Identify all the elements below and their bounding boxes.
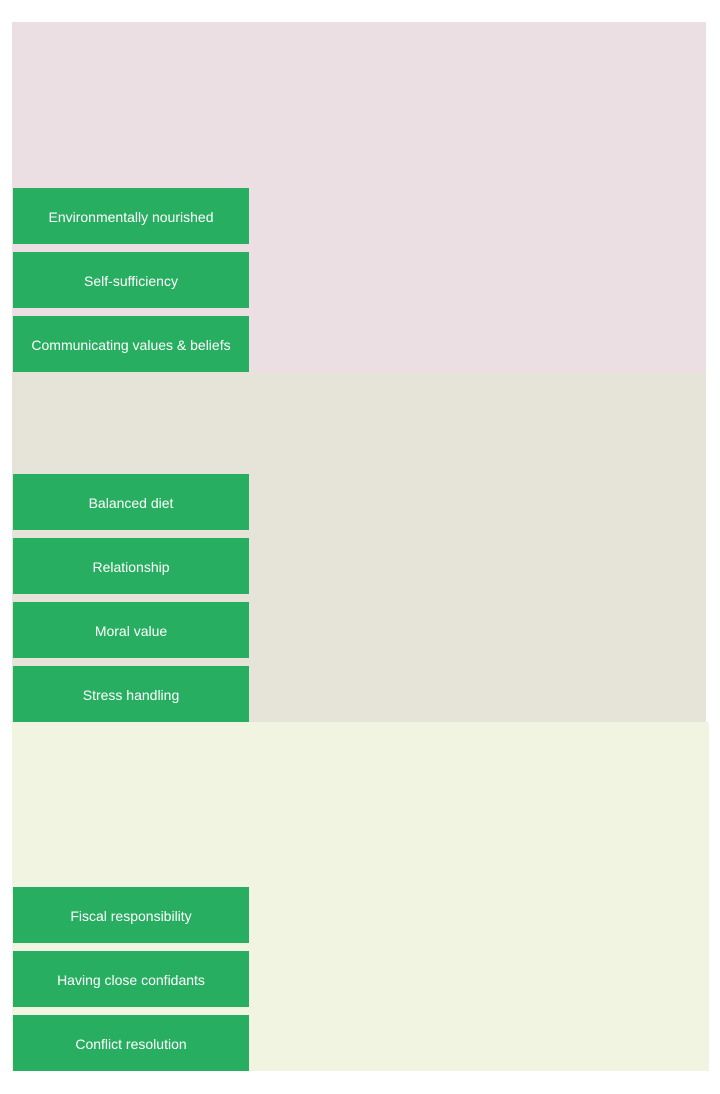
card-fiscal-responsibility: Fiscal responsibility bbox=[13, 887, 249, 943]
card-environmentally-nourished: Environmentally nourished bbox=[13, 188, 249, 244]
card-moral-value: Moral value bbox=[13, 602, 249, 658]
card-communicating-values-beliefs: Communicating values & beliefs bbox=[13, 316, 249, 372]
diagram-canvas: Environmentally nourished Self-sufficien… bbox=[0, 0, 720, 1094]
card-having-close-confidants: Having close confidants bbox=[13, 951, 249, 1007]
card-relationship: Relationship bbox=[13, 538, 249, 594]
card-conflict-resolution: Conflict resolution bbox=[13, 1015, 249, 1071]
zone-2-card-stack: Balanced diet Relationship Moral value S… bbox=[13, 474, 249, 722]
zone-1-card-stack: Environmentally nourished Self-sufficien… bbox=[13, 188, 249, 372]
zone-3-card-stack: Fiscal responsibility Having close confi… bbox=[13, 887, 249, 1071]
zone-2: Balanced diet Relationship Moral value S… bbox=[12, 372, 706, 722]
card-self-sufficiency: Self-sufficiency bbox=[13, 252, 249, 308]
zone-3: Fiscal responsibility Having close confi… bbox=[12, 722, 709, 1071]
card-stress-handling: Stress handling bbox=[13, 666, 249, 722]
zone-1: Environmentally nourished Self-sufficien… bbox=[12, 22, 706, 372]
card-balanced-diet: Balanced diet bbox=[13, 474, 249, 530]
